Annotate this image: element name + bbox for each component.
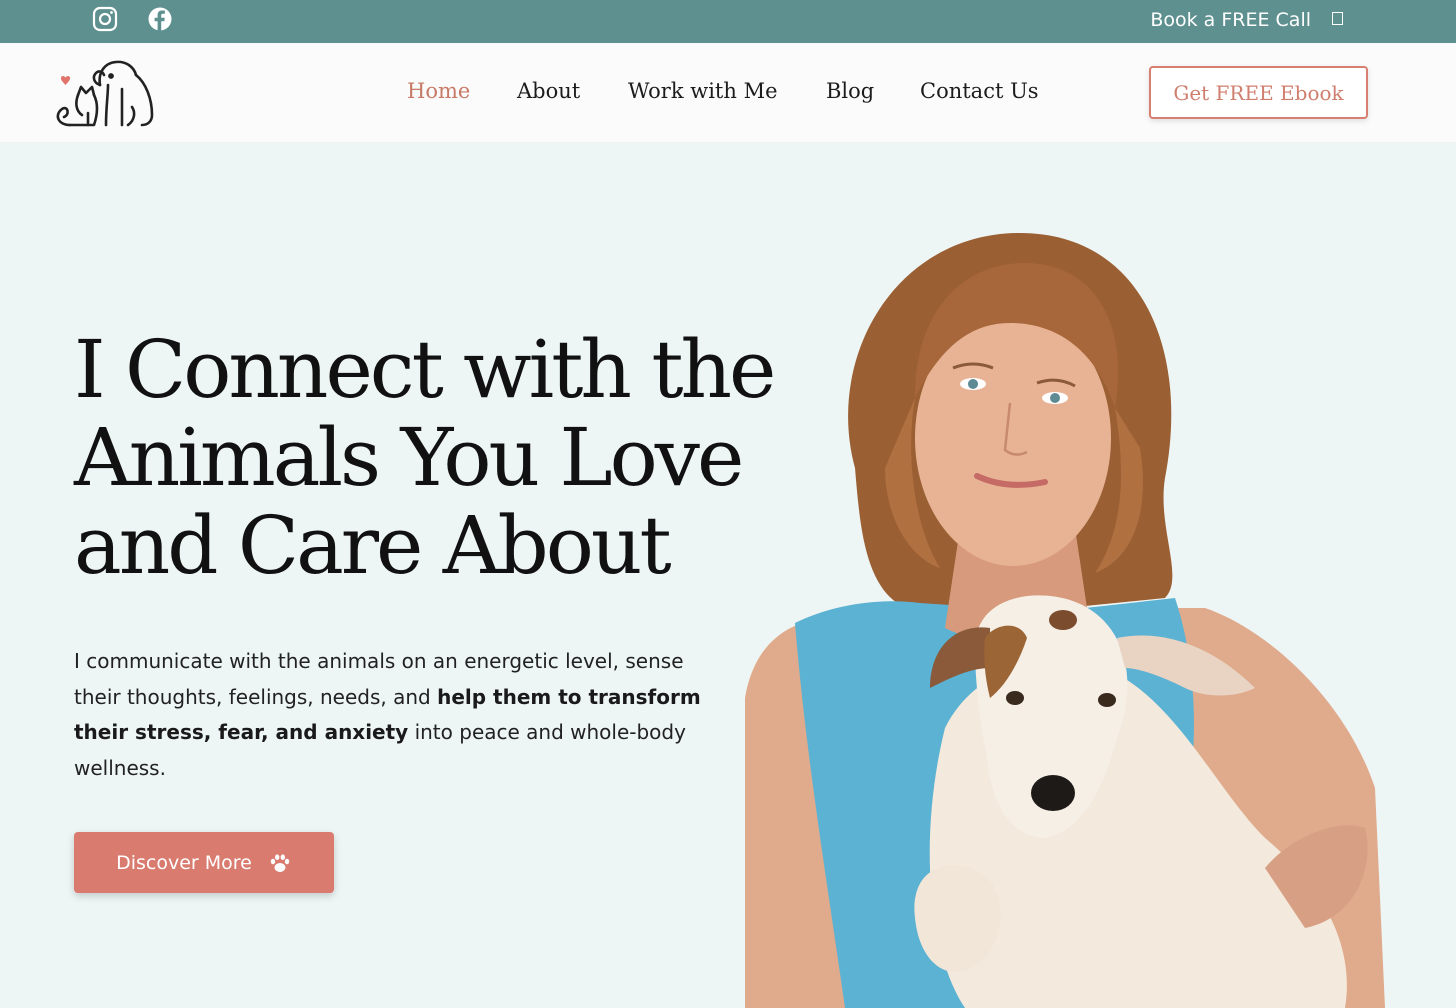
dog-cat-heart-logo[interactable] [48,55,158,131]
missing-glyph-icon [1332,12,1343,25]
book-call-link[interactable]: Book a FREE Call [1150,8,1311,32]
main-header: Home About Work with Me Blog Contact Us … [0,43,1456,142]
woman-holding-dog-photo [745,233,1385,1008]
instagram-icon[interactable] [92,6,118,32]
hero-title-line-3: and Care About [74,499,672,592]
nav-about[interactable]: About [517,77,580,105]
hero-title-line-1: I Connect with the [74,323,776,416]
nav-contact-us[interactable]: Contact Us [920,77,1039,105]
discover-more-label: Discover More [116,851,252,874]
get-free-ebook-button[interactable]: Get FREE Ebook [1149,66,1368,119]
nav-work-with-me[interactable]: Work with Me [628,77,778,105]
nav-home[interactable]: Home [407,77,470,105]
hero-description: I communicate with the animals on an ene… [74,644,714,786]
discover-more-button[interactable]: Discover More [74,832,334,893]
hero-title: I Connect with the Animals You Love and … [74,326,814,590]
facebook-icon[interactable] [147,6,173,32]
top-bar: Book a FREE Call [0,0,1456,43]
paw-icon [270,853,290,872]
nav-blog[interactable]: Blog [826,77,874,105]
hero-title-line-2: Animals You Love [74,411,744,504]
